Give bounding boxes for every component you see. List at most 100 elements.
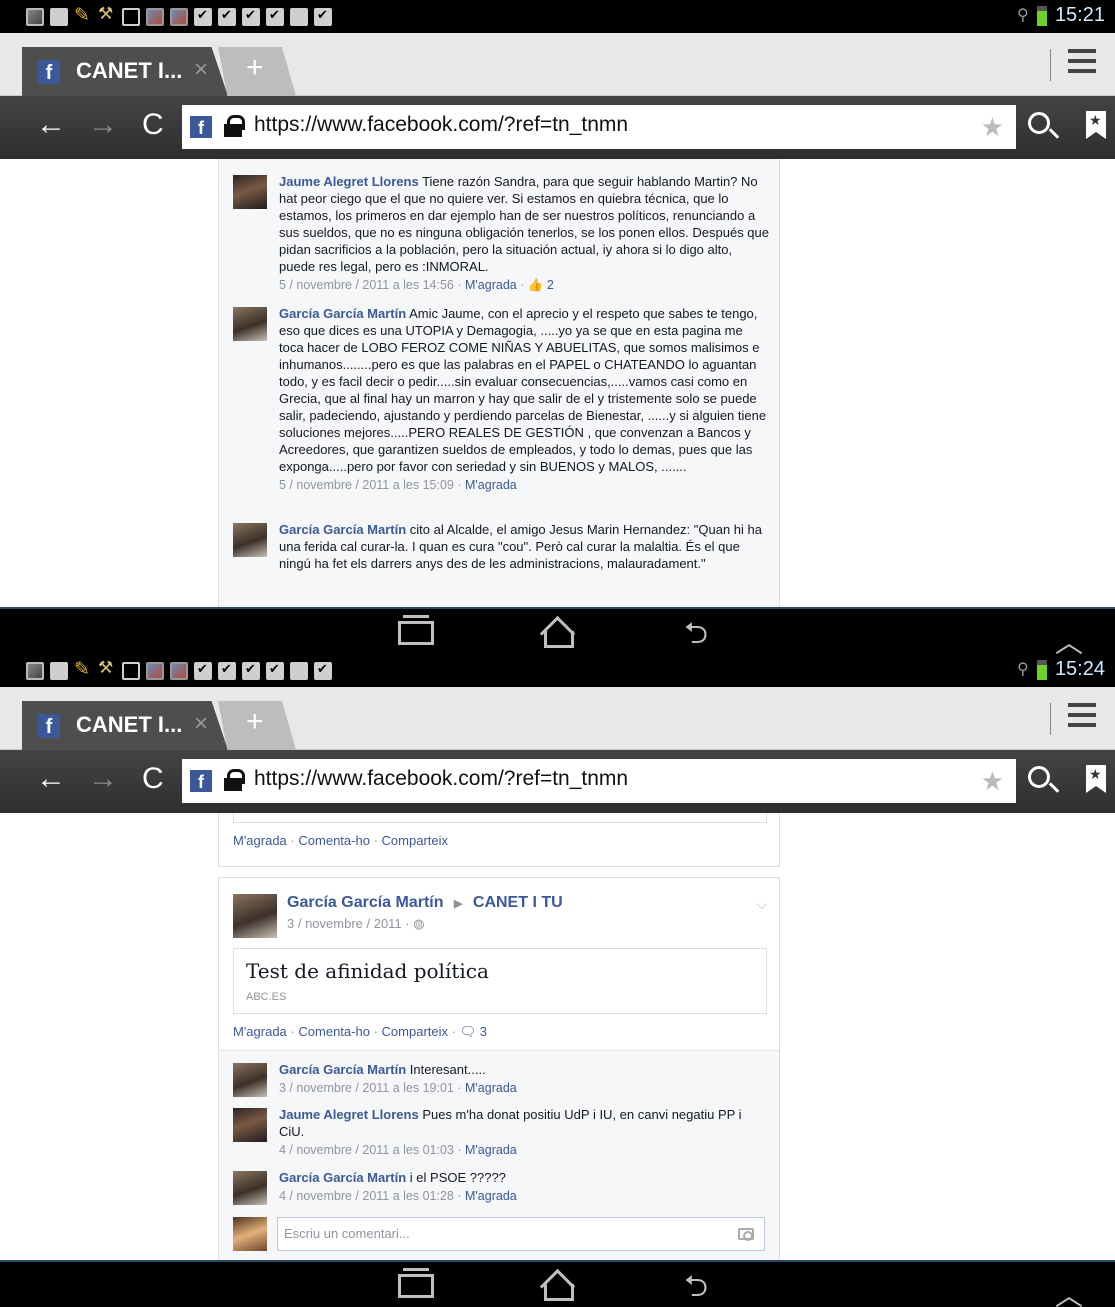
comment-date[interactable]: 4 / novembre / 2011 a les 01:03 xyxy=(279,1143,454,1157)
mail-icon xyxy=(50,662,68,680)
comment-date[interactable]: 5 / novembre / 2011 a les 14:56 xyxy=(279,278,454,292)
like-link[interactable]: M'agrada xyxy=(465,1143,517,1157)
comment-author[interactable]: Jaume Alegret Llorens xyxy=(279,174,419,189)
comment-body: García García Martín Interesant..... 3 /… xyxy=(279,1061,769,1097)
comment-author[interactable]: García García Martín xyxy=(279,306,406,321)
bookmarks-icon[interactable] xyxy=(1086,765,1106,793)
search-icon[interactable] xyxy=(1028,112,1050,134)
photo-icon xyxy=(146,662,164,680)
home-icon[interactable] xyxy=(540,621,576,649)
tab-facebook[interactable]: f CANET I... × xyxy=(22,701,228,750)
pen-icon xyxy=(74,4,92,27)
close-tab-icon[interactable]: × xyxy=(194,710,208,738)
avatar[interactable] xyxy=(233,307,267,341)
tab-title: CANET I... xyxy=(76,58,183,83)
thumbs-up-icon: 👍 xyxy=(527,278,544,292)
comment-date[interactable]: 5 / novembre / 2011 a les 15:09 xyxy=(279,478,454,492)
link-title[interactable]: Test de afinidad política xyxy=(246,959,489,983)
lock-icon xyxy=(224,769,245,791)
chevron-down-icon[interactable]: ⌵ xyxy=(756,896,767,913)
star-icon[interactable]: ★ xyxy=(981,112,1004,143)
avatar[interactable] xyxy=(233,523,267,557)
star-icon[interactable]: ★ xyxy=(981,766,1004,797)
camera-icon[interactable] xyxy=(738,1228,754,1241)
comment-input-box[interactable] xyxy=(277,1217,765,1251)
comment-body: García García Martín cito al Alcalde, el… xyxy=(279,521,769,572)
group-link[interactable]: CANET I TU xyxy=(473,894,563,911)
back-icon[interactable]: ← xyxy=(36,108,66,142)
chevron-up-icon[interactable]: ︿ xyxy=(1055,621,1083,654)
back-nav-icon[interactable]: ⮌ xyxy=(684,1272,708,1302)
like-link[interactable]: M'agrada xyxy=(465,478,517,492)
screenshot-2: ⚲ 15:24 f CANET I... × + ← → C f https:/… xyxy=(0,654,1115,1307)
previous-post-card: M'agrada · Comenta-ho · Comparteix xyxy=(218,813,780,867)
like-link[interactable]: M'agrada xyxy=(465,1189,517,1203)
comments-section: García García Martín Interesant..... 3 /… xyxy=(219,1050,779,1260)
comment-date[interactable]: 3 / novembre / 2011 a les 19:01 xyxy=(279,1081,454,1095)
message-icon xyxy=(122,8,140,26)
address-field[interactable]: f https://www.facebook.com/?ref=tn_tnmn … xyxy=(182,759,1016,803)
comment-body: García García Martín Amic Jaume, con el … xyxy=(279,305,769,494)
comment-link[interactable]: Comenta-ho xyxy=(298,833,370,848)
reload-icon[interactable]: C xyxy=(142,108,164,142)
comment: García García Martín Amic Jaume, con el … xyxy=(233,305,773,515)
cleaner-icon xyxy=(98,4,116,26)
facebook-icon: f xyxy=(38,60,60,84)
facebook-icon: f xyxy=(190,770,212,792)
recent-apps-icon[interactable] xyxy=(398,1268,434,1298)
home-icon[interactable] xyxy=(540,1274,576,1302)
comment-count[interactable]: 3 xyxy=(480,1024,487,1039)
share-link[interactable]: Comparteix xyxy=(382,833,448,848)
forward-icon[interactable]: → xyxy=(88,762,118,796)
chevron-up-icon[interactable]: ︿ xyxy=(1055,1274,1083,1307)
like-link[interactable]: M'agrada xyxy=(233,1024,287,1039)
bookmarks-icon[interactable] xyxy=(1086,111,1106,139)
photo-icon xyxy=(170,8,188,26)
lock-icon xyxy=(224,115,245,137)
comment-input[interactable] xyxy=(284,1218,704,1248)
back-icon[interactable]: ← xyxy=(36,762,66,796)
comment-author[interactable]: García García Martín xyxy=(279,522,406,537)
close-tab-icon[interactable]: × xyxy=(194,56,208,84)
like-link[interactable]: M'agrada xyxy=(465,278,517,292)
avatar[interactable] xyxy=(233,1171,267,1205)
comment: García García Martín i el PSOE ????? 4 /… xyxy=(233,1169,773,1209)
back-nav-icon[interactable]: ⮌ xyxy=(684,619,708,649)
status-right: ⚲ 15:21 xyxy=(1017,4,1105,27)
like-count[interactable]: 2 xyxy=(547,278,554,292)
search-icon[interactable] xyxy=(1028,766,1050,788)
like-link[interactable]: M'agrada xyxy=(465,1081,517,1095)
menu-icon[interactable] xyxy=(1068,703,1096,733)
comment-meta: 5 / novembre / 2011 a les 15:09 · M'agra… xyxy=(279,478,517,492)
comment-author[interactable]: García García Martín xyxy=(279,1170,406,1185)
reload-icon[interactable]: C xyxy=(142,762,164,796)
tab-bar: f CANET I... × + xyxy=(0,33,1115,96)
new-tab-button[interactable]: + xyxy=(218,47,296,96)
menu-icon[interactable] xyxy=(1068,49,1096,79)
comment-author[interactable]: García García Martín xyxy=(279,1062,406,1077)
comment: García García Martín Interesant..... 3 /… xyxy=(233,1061,773,1101)
forward-icon[interactable]: → xyxy=(88,108,118,142)
url-bar: ← → C f https://www.facebook.com/?ref=tn… xyxy=(0,750,1115,813)
link-preview[interactable]: Test de afinidad política ABC.ES xyxy=(233,948,767,1014)
new-tab-button[interactable]: + xyxy=(218,701,296,750)
avatar[interactable] xyxy=(233,1063,267,1097)
recent-apps-icon[interactable] xyxy=(398,615,434,645)
check-icon xyxy=(314,7,332,26)
address-field[interactable]: f https://www.facebook.com/?ref=tn_tnmn … xyxy=(182,105,1016,149)
wifi-icon: ⚲ xyxy=(1016,6,1029,24)
post-date[interactable]: 3 / novembre / 2011 · ◍ xyxy=(287,916,425,932)
avatar[interactable] xyxy=(233,894,277,938)
share-link[interactable]: Comparteix xyxy=(382,1024,448,1039)
avatar[interactable] xyxy=(233,175,267,209)
tab-facebook[interactable]: f CANET I... × xyxy=(22,47,228,96)
tab-bar: f CANET I... × + xyxy=(0,687,1115,750)
screenshot-1: ⚲ 15:21 f CANET I... × + ← → C f https:/… xyxy=(0,0,1115,654)
comment-link[interactable]: Comenta-ho xyxy=(298,1024,370,1039)
avatar[interactable] xyxy=(233,1108,267,1142)
post-author[interactable]: García García Martín xyxy=(287,894,444,911)
comment-date[interactable]: 4 / novembre / 2011 a les 01:28 xyxy=(279,1189,454,1203)
system-nav-bar: ⮌ ︿ xyxy=(0,607,1115,654)
comment-author[interactable]: Jaume Alegret Llorens xyxy=(279,1107,419,1122)
like-link[interactable]: M'agrada xyxy=(233,833,287,848)
